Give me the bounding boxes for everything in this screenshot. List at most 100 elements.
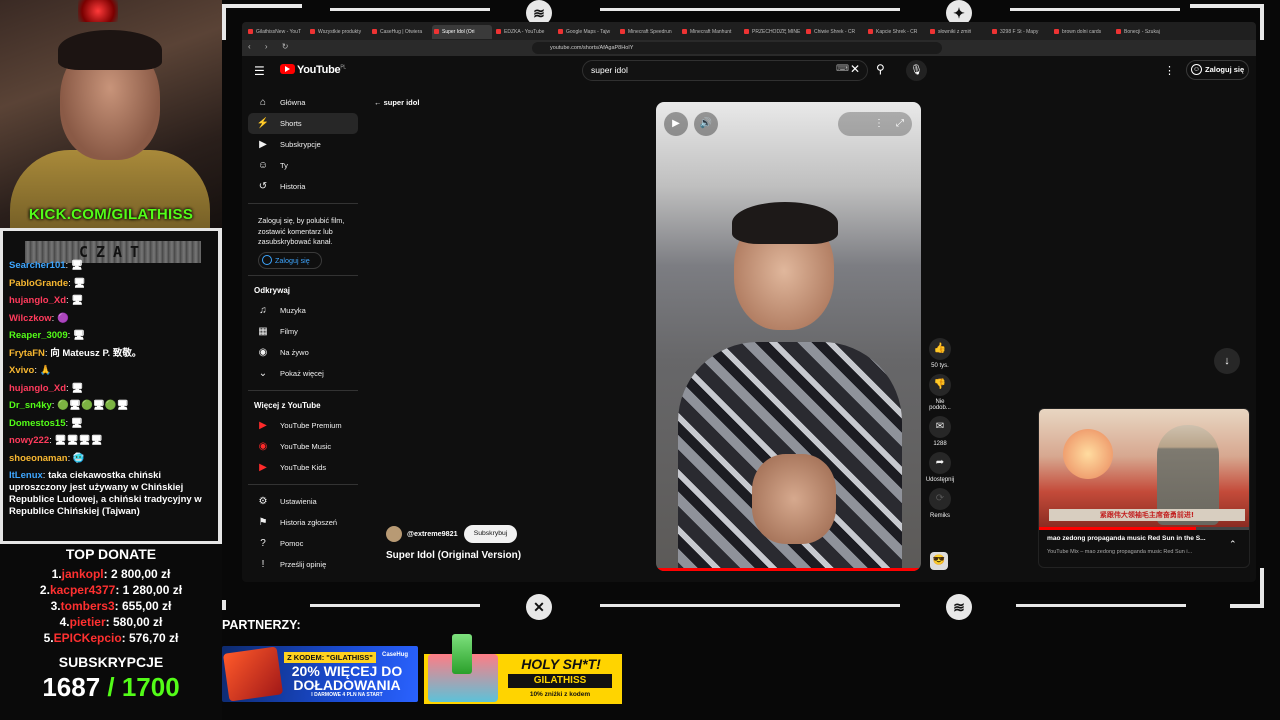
browser-tab[interactable]: Wszystkie produkty xyxy=(308,25,368,39)
like-action[interactable]: 👍 50 tys. xyxy=(924,338,956,369)
sign-in-label: Zaloguj się xyxy=(1205,65,1245,74)
browser-tab[interactable]: Bonecji - Szukaj xyxy=(1114,25,1174,39)
sidebar-item-yt-kids[interactable]: ▶ YouTube Kids xyxy=(248,457,358,478)
browser-tab[interactable]: brown dolni cards xyxy=(1052,25,1112,39)
comment-icon[interactable]: ✉ xyxy=(929,416,951,438)
browser-tab[interactable]: Google Maps - Tajw xyxy=(556,25,616,39)
keyboard-icon[interactable]: ⌨ xyxy=(836,63,849,74)
donation-rank: 3. xyxy=(50,599,61,613)
donation-name: EPICKepcio xyxy=(53,631,122,645)
browser-tab[interactable]: Kapcie Shrek - CR xyxy=(866,25,926,39)
overlay-logo-icon: ✕ xyxy=(526,594,552,620)
shorts-video-player[interactable]: ▶ 🔊 ⋮⤢ xyxy=(656,102,921,571)
product-can-icon xyxy=(452,634,472,674)
channel-link[interactable]: @extreme9821 xyxy=(386,526,458,542)
donation-separator: : xyxy=(121,631,129,645)
chat-message: PabloGrande: 🖥 xyxy=(9,275,215,293)
sign-in-button[interactable]: ☺ Zaloguj się xyxy=(1186,60,1249,80)
sidebar-item-live[interactable]: ◉ Na żywo xyxy=(248,342,358,363)
dislike-action[interactable]: 👎 Nie podob... xyxy=(924,374,956,411)
video-progress-bar[interactable] xyxy=(656,568,921,571)
volume-button[interactable]: 🔊 xyxy=(694,112,718,136)
chat-message: shoeonaman: 🥶 xyxy=(9,450,215,468)
sidebar-item-subscriptions[interactable]: ▶ Subskrypcje xyxy=(248,134,358,155)
sidebar-item-yt-premium[interactable]: ▶ YouTube Premium xyxy=(248,415,358,436)
share-action[interactable]: ➦ Udostępnij xyxy=(924,452,956,483)
promo-headline: HOLY SH*T! xyxy=(521,656,601,672)
sidebar-item-movies[interactable]: ▦ Filmy xyxy=(248,321,358,342)
sidebar-item-chevron-down[interactable]: ⌄ Pokaż więcej xyxy=(248,363,358,384)
sidebar-more: ▶ YouTube Premium ◉ YouTube Music ▶ YouTube K… xyxy=(248,415,358,478)
channel-name: @extreme9821 xyxy=(407,528,458,538)
donation-rank: 1. xyxy=(51,567,62,581)
chevron-up-icon[interactable]: ⌃ xyxy=(1229,539,1237,550)
browser-tab[interactable]: Minecraft Speedrun xyxy=(618,25,678,39)
comment-action[interactable]: ✉ 1288 xyxy=(924,416,956,447)
menu-icon[interactable]: ☰ xyxy=(254,64,265,78)
browser-tab[interactable]: CaseHug | Otwiera xyxy=(370,25,430,39)
url-field[interactable]: youtube.com/shorts/AfAgaP8HoIY xyxy=(532,42,942,54)
mini-player[interactable]: 紧跟伟大领袖毛主席奋勇前进! mao zedong propaganda mus… xyxy=(1038,408,1250,568)
partners-label: PARTNERZY: xyxy=(222,618,301,632)
remix-icon[interactable]: ⟳ xyxy=(929,488,951,510)
sidebar-item-label: Shorts xyxy=(280,119,302,128)
search-icon[interactable]: ⚲ xyxy=(876,62,885,76)
overlay-logo-icon: ≋ xyxy=(946,594,972,620)
frame-line xyxy=(310,604,480,607)
chat-username: Wilczkow xyxy=(9,312,52,324)
more-from-youtube-heading: Więcej z YouTube xyxy=(254,400,321,410)
donation-amount: 580,00 zł xyxy=(113,615,163,629)
browser-tab[interactable]: Minecraft Manhunt xyxy=(680,25,740,39)
subscribe-button[interactable]: Subskrybuj xyxy=(464,525,517,543)
sidebar-item-feedback[interactable]: ! Prześlij opinię xyxy=(248,554,358,575)
sidebar-item-yt-music[interactable]: ◉ YouTube Music xyxy=(248,436,358,457)
browser-tab[interactable]: Super Idol (Ori xyxy=(432,25,492,39)
settings-icon: ⚙ xyxy=(258,495,268,507)
sidebar-item-shorts[interactable]: ⚡ Shorts xyxy=(248,113,358,134)
player-more-controls[interactable]: ⋮⤢ xyxy=(838,112,912,136)
browser-tab[interactable]: GilathissNew - YouT xyxy=(246,25,306,39)
remix-action[interactable]: ⟳ Remiks xyxy=(924,488,956,519)
sidebar-item-flag[interactable]: ⚑ Historia zgłoszeń xyxy=(248,512,358,533)
sidebar-sign-in-button[interactable]: Zaloguj się xyxy=(258,251,322,269)
nav-buttons[interactable]: ‹ › ↻ xyxy=(248,42,294,51)
like-icon[interactable]: 👍 xyxy=(929,338,951,360)
sound-avatar[interactable]: 😎 xyxy=(930,552,948,570)
more-options-icon[interactable]: ⋮ xyxy=(1164,64,1175,77)
home-icon: ⌂ xyxy=(259,97,267,108)
mini-progress-fill xyxy=(1039,527,1196,530)
chat-text: 🖥 xyxy=(70,417,83,429)
play-button[interactable]: ▶ xyxy=(664,112,688,136)
sidebar-item-settings[interactable]: ⚙ Ustawienia xyxy=(248,491,358,512)
browser-tab[interactable]: EDZKA - YouTube xyxy=(494,25,554,39)
next-short-button[interactable]: ↓ xyxy=(1214,348,1240,374)
chat-username: Domestos15 xyxy=(9,417,66,429)
browser-tab[interactable]: Chiwie Shrek - CR xyxy=(804,25,864,39)
browser-tab[interactable]: PRZECHODZĘ MINE xyxy=(742,25,802,39)
poster-banner: 紧跟伟大领袖毛主席奋勇前进! xyxy=(1049,509,1245,521)
mini-progress-bar[interactable] xyxy=(1039,527,1249,530)
back-to-search[interactable]: ← super idol xyxy=(374,98,419,107)
red-lamp xyxy=(78,0,118,22)
shorts-actions: 👍 50 tys. 👎 Nie podob... ✉ 1288 ➦ Udostępnij ⟳ Re… xyxy=(924,338,956,524)
sidebar-item-you[interactable]: ☺ Ty xyxy=(248,155,358,176)
browser-tab[interactable]: 3298 F St - Mapy xyxy=(990,25,1050,39)
sidebar-item-history[interactable]: ↺ Historia xyxy=(248,176,358,197)
sidebar-item-label: Muzyka xyxy=(280,305,306,315)
sidebar-item-help[interactable]: ? Pomoc xyxy=(248,533,358,554)
search-input[interactable]: super idol xyxy=(582,60,868,81)
chat-username: hujanglo_Xd xyxy=(9,295,66,306)
frame-line xyxy=(1010,8,1180,11)
action-label: Udostępnij xyxy=(925,477,955,483)
browser-tab[interactable]: słowniki z zmiń xyxy=(928,25,988,39)
sidebar-item-home[interactable]: ⌂ Główna xyxy=(248,92,358,113)
clear-search-icon[interactable]: ✕ xyxy=(850,62,860,76)
donation-name: kacper4377 xyxy=(49,583,116,597)
dislike-icon[interactable]: 👎 xyxy=(929,374,951,396)
youtube-logo[interactable]: YouTubePL xyxy=(280,64,346,76)
chat-text: 🟣 xyxy=(56,312,69,324)
sidebar-item-music[interactable]: ♫ Muzyka xyxy=(248,300,358,321)
microphone-icon[interactable]: 🎙 xyxy=(906,60,927,81)
subscriptions-icon: ▶ xyxy=(259,139,267,150)
share-icon[interactable]: ➦ xyxy=(929,452,951,474)
